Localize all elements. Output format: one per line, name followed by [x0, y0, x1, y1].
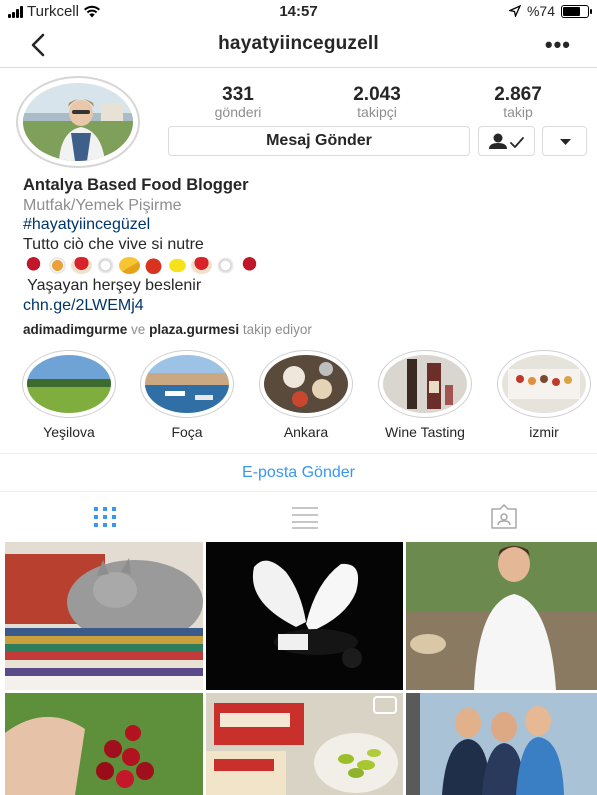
bio-emoji-row: [23, 254, 583, 276]
following-toggle-button[interactable]: [478, 126, 535, 156]
suggestions-dropdown-button[interactable]: [542, 126, 587, 156]
tomato-icon: [143, 256, 164, 274]
photo-grid: [5, 542, 597, 795]
avatar-ring[interactable]: [16, 76, 140, 168]
bio-hashtag[interactable]: #hayatyiincegüzel: [23, 215, 583, 235]
status-right: %74: [508, 3, 592, 19]
highlight-ankara[interactable]: Ankara: [259, 350, 353, 440]
posts-label: gönderi: [214, 104, 262, 120]
highlight-izmir[interactable]: izmir: [497, 350, 591, 440]
highlight-cover: [383, 355, 467, 413]
email-button[interactable]: E-posta Gönder: [0, 453, 597, 492]
post-thumbnail[interactable]: [206, 542, 403, 690]
followed-by[interactable]: adimadimgurme ve plaza.gurmesi takip edi…: [23, 320, 583, 340]
posts-count: 331: [222, 84, 254, 105]
highlight-cover: [145, 355, 229, 413]
highlight-label: Yeşilova: [43, 424, 95, 440]
caret-down-icon: [560, 139, 571, 145]
nav-bar: hayatyiinceguzell •••: [0, 22, 597, 68]
bio-website-link[interactable]: chn.ge/2LWEMj4: [23, 296, 583, 316]
followers-count: 2.043: [353, 84, 401, 105]
profile-username: hayatyiinceguzell: [218, 33, 379, 54]
cheese-icon: [119, 256, 140, 274]
highlight-cover: [27, 355, 111, 413]
followers-label: takipçi: [357, 104, 397, 120]
bio-name: Antalya Based Food Blogger: [23, 176, 249, 194]
battery-percent: %74: [526, 3, 555, 19]
followers-stat[interactable]: 2.043 takipçi: [322, 84, 432, 120]
highlight-label: Ankara: [283, 424, 329, 440]
status-bar: Turkcell 14:57 %74: [0, 0, 597, 22]
profile-tabs: [0, 496, 597, 540]
followed-by-user-1[interactable]: adimadimgurme: [23, 322, 127, 337]
highlight-label: izmir: [529, 424, 559, 440]
post-thumbnail[interactable]: [406, 693, 597, 795]
highlight-label: Wine Tasting: [385, 424, 465, 440]
highlight-yesilova[interactable]: Yeşilova: [22, 350, 116, 440]
following-label: takip: [503, 104, 533, 120]
spaghetti-icon: [47, 256, 68, 274]
plate-icon: [215, 256, 236, 274]
location-arrow-icon: [508, 5, 521, 17]
clock: 14:57: [279, 3, 318, 20]
post-thumbnail[interactable]: [406, 542, 597, 690]
post-thumbnail[interactable]: [5, 693, 203, 795]
followed-by-user-2[interactable]: plaza.gurmesi: [149, 322, 239, 337]
following-count: 2.867: [494, 84, 542, 105]
list-icon[interactable]: [290, 504, 320, 530]
wine-icon: [239, 256, 260, 274]
following-stat[interactable]: 2.867 takip: [463, 84, 573, 120]
followed-by-and: ve: [131, 322, 146, 337]
followed-by-suffix: takip ediyor: [242, 322, 312, 337]
bio-category: Mutfak/Yemek Pişirme: [23, 196, 182, 214]
more-dots-icon[interactable]: •••: [545, 32, 571, 58]
mushroom-icon: [71, 256, 92, 274]
highlight-cover: [502, 355, 586, 413]
battery-icon: [561, 4, 592, 18]
post-thumbnail[interactable]: [206, 693, 403, 795]
highlight-foca[interactable]: Foça: [140, 350, 234, 440]
highlight-label: Foça: [171, 424, 203, 440]
bio-line-2: Yaşayan herşey beslenir: [23, 277, 202, 294]
avatar[interactable]: [23, 83, 133, 161]
wine-icon: [23, 256, 44, 274]
tagged-icon[interactable]: [489, 504, 519, 530]
lemon-icon: [167, 256, 188, 274]
message-button[interactable]: Mesaj Gönder: [168, 126, 470, 156]
bio: Antalya Based Food Blogger Mutfak/Yemek …: [23, 176, 583, 340]
grid-icon[interactable]: [90, 504, 120, 530]
plate-icon: [95, 256, 116, 274]
mushroom-icon: [191, 256, 212, 274]
highlight-cover: [264, 355, 348, 413]
bio-line-1: Tutto ciò che vive si nutre: [23, 235, 204, 253]
post-thumbnail[interactable]: [5, 542, 203, 690]
person-check-icon: [489, 133, 524, 149]
posts-stat[interactable]: 331 gönderi: [183, 84, 293, 120]
highlight-wine-tasting[interactable]: Wine Tasting: [378, 350, 472, 440]
